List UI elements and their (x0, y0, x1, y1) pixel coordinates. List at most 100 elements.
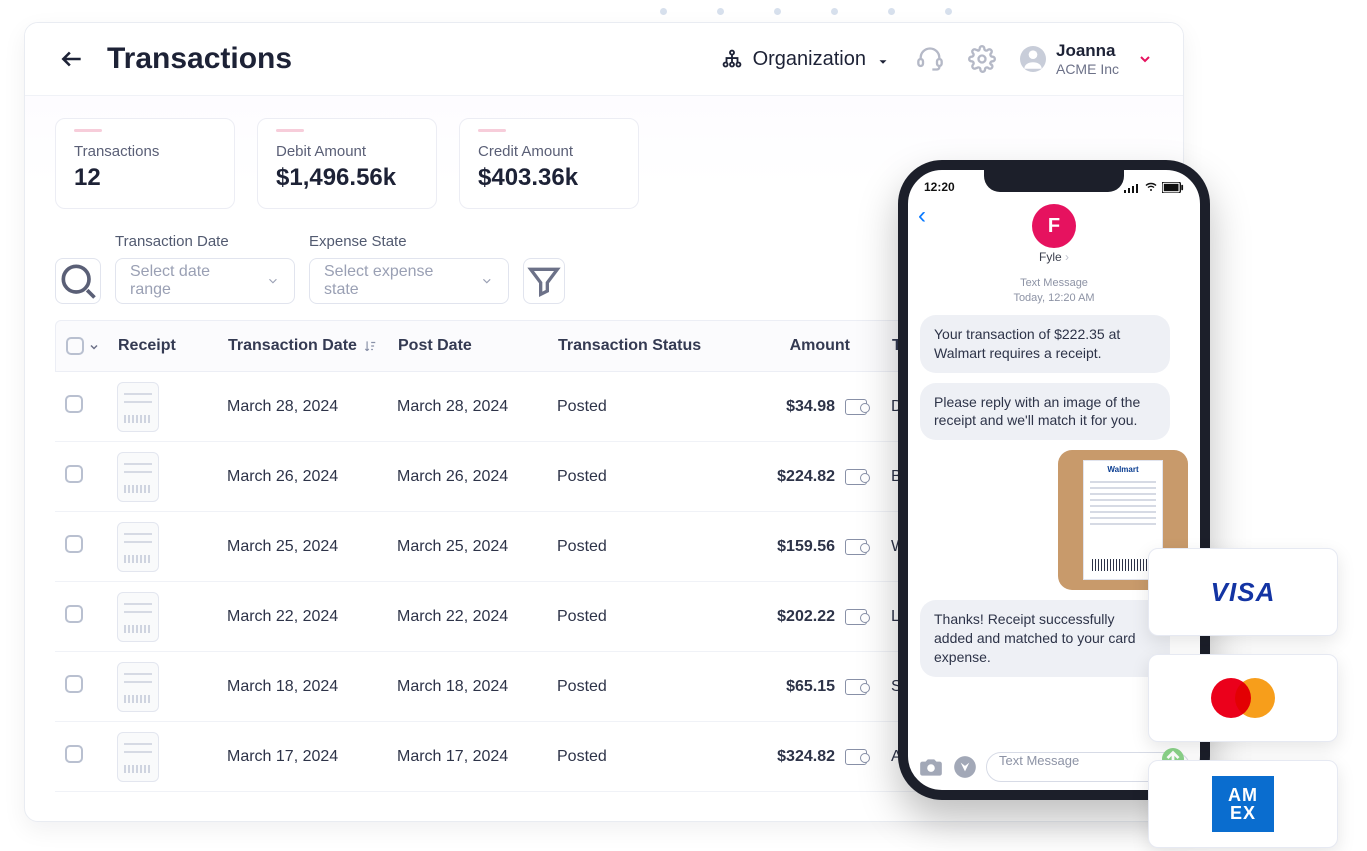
transaction-date-cell: March 26, 2024 (219, 468, 389, 486)
checkbox[interactable] (66, 337, 84, 355)
amount-cell: $65.15 (729, 678, 879, 696)
transaction-date-cell: March 22, 2024 (219, 608, 389, 626)
message-bubble: Your transaction of $222.35 at Walmart r… (920, 315, 1170, 373)
row-checkbox-cell (55, 395, 109, 418)
checkbox[interactable] (65, 745, 83, 763)
search-button[interactable] (55, 258, 101, 304)
card-icon (845, 469, 867, 485)
stat-label: Credit Amount (478, 143, 620, 160)
post-date-cell: March 17, 2024 (389, 748, 549, 766)
post-date-cell: March 25, 2024 (389, 538, 549, 556)
expense-state-select[interactable]: Select expense state (309, 258, 509, 304)
user-menu[interactable]: Joanna ACME Inc (1020, 41, 1153, 77)
back-button[interactable] (55, 46, 89, 72)
card-icon (845, 749, 867, 765)
amex-logo: AMEX (1212, 776, 1274, 832)
back-chevron-icon[interactable]: ‹ (918, 202, 926, 230)
select-placeholder: Select expense state (324, 263, 468, 299)
amount-cell: $159.56 (729, 538, 879, 556)
stat-label: Debit Amount (276, 143, 418, 160)
status-cell: Posted (549, 468, 729, 486)
card-icon (845, 679, 867, 695)
message-bubble: Thanks! Receipt successfully added and m… (920, 600, 1170, 677)
signal-icon (1124, 182, 1140, 192)
gear-icon[interactable] (968, 45, 996, 73)
chevron-down-icon (480, 274, 494, 288)
checkbox[interactable] (65, 465, 83, 483)
message-header: ‹ F Fyle › (908, 198, 1200, 272)
page-title: Transactions (107, 42, 721, 76)
visa-logo: VISA (1211, 577, 1276, 608)
chevron-down-icon (88, 340, 100, 352)
org-label: Organization (753, 48, 866, 71)
checkbox[interactable] (65, 535, 83, 553)
card-mastercard (1148, 654, 1338, 742)
row-checkbox-cell (55, 605, 109, 628)
receipt-cell (109, 452, 219, 502)
status-cell: Posted (549, 398, 729, 416)
status-cell: Posted (549, 538, 729, 556)
post-date-cell: March 18, 2024 (389, 678, 549, 696)
user-company: ACME Inc (1056, 61, 1119, 77)
post-date-cell: March 22, 2024 (389, 608, 549, 626)
receipt-cell (109, 592, 219, 642)
card-icon (845, 609, 867, 625)
app-name: Fyle › (1039, 250, 1069, 264)
checkbox[interactable] (65, 675, 83, 693)
user-text: Joanna ACME Inc (1056, 41, 1119, 77)
card-amex: AMEX (1148, 760, 1338, 848)
checkbox[interactable] (65, 605, 83, 623)
receipt-cell (109, 522, 219, 572)
amount-cell: $324.82 (729, 748, 879, 766)
amount-cell: $202.22 (729, 608, 879, 626)
date-range-select[interactable]: Select date range (115, 258, 295, 304)
status-cell: Posted (549, 608, 729, 626)
receipt-thumbnail[interactable] (117, 522, 159, 572)
receipt-thumbnail[interactable] (117, 452, 159, 502)
sort-desc-icon (363, 339, 377, 353)
receipt-cell (109, 662, 219, 712)
post-date-cell: March 28, 2024 (389, 398, 549, 416)
app-avatar: F (1032, 204, 1076, 248)
chevron-down-icon (266, 274, 280, 288)
filter-state: Expense State Select expense state (309, 233, 509, 304)
th-transaction-date[interactable]: Transaction Date (220, 337, 390, 355)
th-amount[interactable]: Amount (730, 337, 880, 355)
filter-button[interactable] (523, 258, 565, 304)
caret-down-icon (876, 52, 890, 66)
card-icon (845, 539, 867, 555)
support-icon[interactable] (916, 45, 944, 73)
post-date-cell: March 26, 2024 (389, 468, 549, 486)
apps-icon[interactable] (952, 754, 978, 780)
checkbox[interactable] (65, 395, 83, 413)
transaction-date-cell: March 25, 2024 (219, 538, 389, 556)
stat-value: $403.36k (478, 164, 620, 192)
header-select-all[interactable] (56, 337, 110, 355)
message-meta: Text Message Today, 12:20 AM (920, 276, 1188, 307)
battery-icon (1162, 182, 1184, 193)
status-cell: Posted (549, 678, 729, 696)
app-header: Transactions Organization Joanna (25, 23, 1183, 96)
amount-cell: $224.82 (729, 468, 879, 486)
row-checkbox-cell (55, 535, 109, 558)
header-icons: Joanna ACME Inc (916, 41, 1153, 77)
th-status[interactable]: Transaction Status (550, 337, 730, 355)
chevron-down-icon (1137, 51, 1153, 67)
receipt-thumbnail[interactable] (117, 662, 159, 712)
receipt-thumbnail[interactable] (117, 592, 159, 642)
receipt-merchant: Walmart (1084, 465, 1162, 474)
th-post-date[interactable]: Post Date (390, 337, 550, 355)
receipt-thumbnail[interactable] (117, 732, 159, 782)
stat-value: $1,496.56k (276, 164, 418, 192)
th-receipt[interactable]: Receipt (110, 337, 220, 355)
receipt-thumbnail[interactable] (117, 382, 159, 432)
org-switcher[interactable]: Organization (721, 48, 890, 71)
stat-value: 12 (74, 164, 216, 192)
filter-date: Transaction Date Select date range (115, 233, 295, 304)
receipt-cell (109, 732, 219, 782)
camera-icon[interactable] (918, 754, 944, 780)
status-icons (1124, 181, 1184, 193)
card-visa: VISA (1148, 548, 1338, 636)
org-icon (721, 48, 743, 70)
select-placeholder: Select date range (130, 263, 254, 299)
